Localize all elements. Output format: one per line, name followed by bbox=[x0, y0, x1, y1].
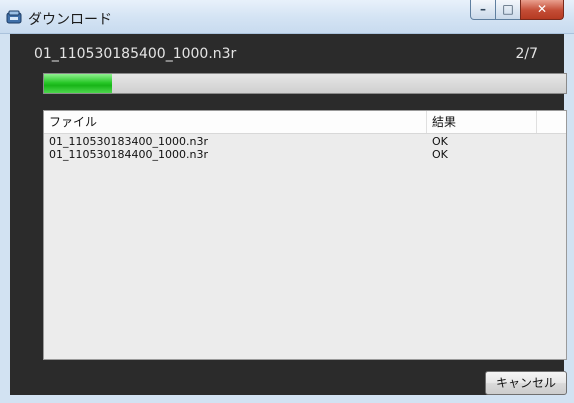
current-file-name: 01_110530185400_1000.n3r bbox=[34, 46, 237, 62]
download-dialog: ダウンロード – □ ✕ 01_110530185400_1000.n3r 2/… bbox=[0, 0, 574, 403]
minimize-icon: – bbox=[480, 2, 486, 16]
minimize-button[interactable]: – bbox=[470, 0, 496, 20]
window-title: ダウンロード bbox=[28, 12, 112, 28]
list-header: ファイル 結果 bbox=[44, 111, 566, 134]
column-header-file[interactable]: ファイル bbox=[44, 111, 427, 133]
title-bar[interactable]: ダウンロード – □ ✕ bbox=[0, 0, 574, 34]
download-app-icon bbox=[6, 10, 22, 24]
file-result-list[interactable]: ファイル 結果 01_110530183400_1000.n3r OK 01_1… bbox=[43, 110, 567, 360]
list-item-result: OK bbox=[432, 135, 448, 148]
close-icon: ✕ bbox=[536, 2, 548, 16]
list-item[interactable]: 01_110530183400_1000.n3r OK bbox=[44, 135, 566, 148]
maximize-icon: □ bbox=[502, 2, 514, 16]
list-item-file: 01_110530183400_1000.n3r bbox=[49, 135, 208, 148]
list-item[interactable]: 01_110530184400_1000.n3r OK bbox=[44, 148, 566, 161]
maximize-button[interactable]: □ bbox=[495, 0, 521, 20]
list-rows: 01_110530183400_1000.n3r OK 01_110530184… bbox=[44, 135, 566, 161]
progress-fill bbox=[44, 74, 112, 93]
download-progress-bar bbox=[43, 73, 567, 94]
cancel-button[interactable]: キャンセル bbox=[485, 371, 567, 395]
file-counter: 2/7 bbox=[515, 46, 538, 62]
list-item-result: OK bbox=[432, 148, 448, 161]
list-item-file: 01_110530184400_1000.n3r bbox=[49, 148, 208, 161]
column-header-filler bbox=[537, 111, 566, 133]
close-button[interactable]: ✕ bbox=[520, 0, 564, 20]
column-header-result[interactable]: 結果 bbox=[427, 111, 537, 133]
